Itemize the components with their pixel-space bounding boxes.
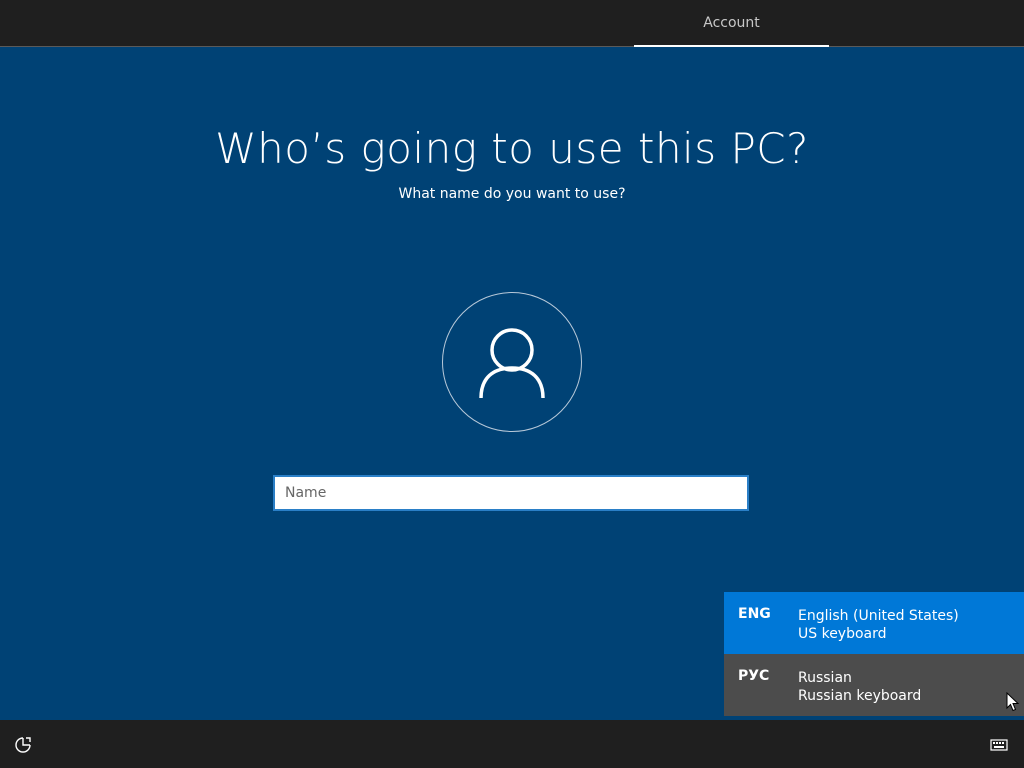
language-code: РУС bbox=[738, 668, 770, 684]
keyboard-button[interactable] bbox=[988, 734, 1012, 756]
keyboard-icon bbox=[990, 739, 1008, 751]
ease-of-access-button[interactable] bbox=[12, 734, 34, 756]
avatar bbox=[442, 292, 582, 432]
mouse-cursor-icon bbox=[1006, 692, 1019, 712]
tab-account[interactable]: Account bbox=[634, 0, 829, 47]
name-input[interactable] bbox=[273, 475, 749, 511]
ease-of-access-icon bbox=[15, 737, 31, 753]
language-popup: ENG English (United States) US keyboard … bbox=[724, 592, 1024, 716]
keyboard-layout: US keyboard bbox=[798, 626, 887, 642]
oobe-screen: Account Who’s going to use this PC? What… bbox=[0, 0, 1024, 768]
language-code: ENG bbox=[738, 606, 771, 622]
language-name: English (United States) bbox=[798, 608, 959, 624]
user-icon bbox=[479, 328, 545, 398]
keyboard-layout: Russian keyboard bbox=[798, 688, 922, 704]
top-bar: Account bbox=[0, 0, 1024, 47]
language-item-rus[interactable]: РУС Russian Russian keyboard bbox=[724, 654, 1024, 716]
page-title: Who’s going to use this PC? bbox=[215, 124, 809, 173]
language-item-eng[interactable]: ENG English (United States) US keyboard bbox=[724, 592, 1024, 654]
language-name: Russian bbox=[798, 670, 852, 686]
page-subtitle: What name do you want to use? bbox=[398, 186, 626, 202]
bottom-bar bbox=[0, 720, 1024, 768]
